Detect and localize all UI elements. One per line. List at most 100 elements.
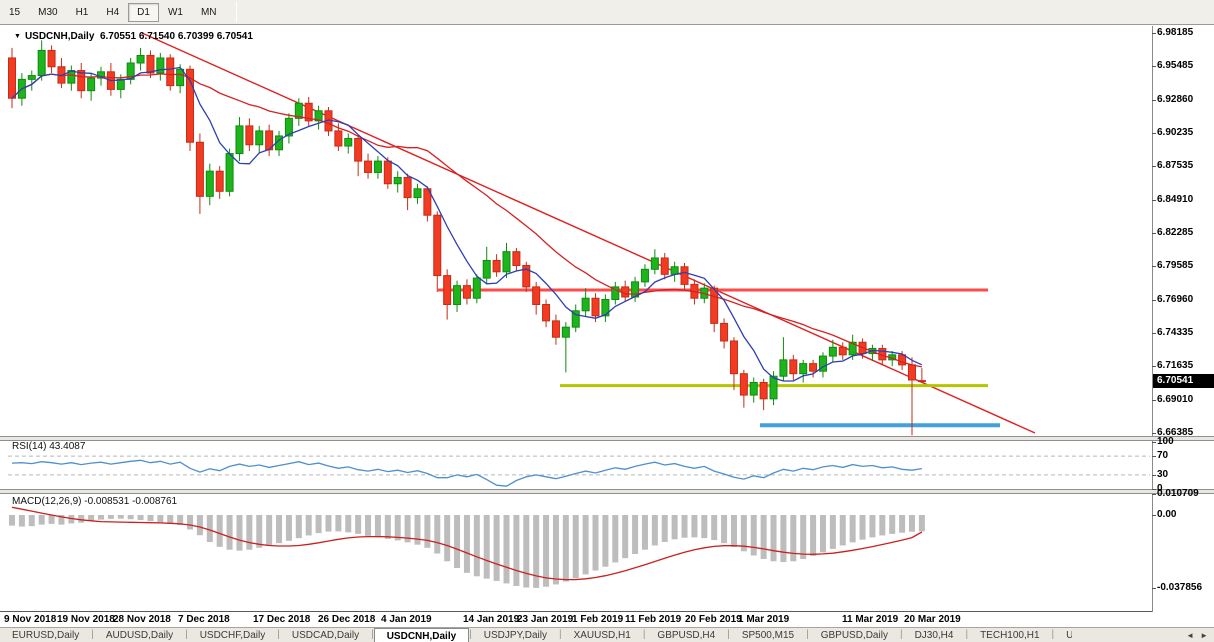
- candle-body: [9, 58, 16, 98]
- date-label: 19 Nov 2018: [57, 614, 115, 625]
- chart-tab-audusd-daily[interactable]: AUDUSD,Daily: [94, 628, 185, 642]
- candle-body: [780, 360, 787, 376]
- candle-body: [345, 138, 352, 146]
- main-chart-canvas[interactable]: [0, 26, 1152, 436]
- candle-body: [651, 258, 658, 269]
- macd-histogram-bar: [157, 515, 163, 522]
- macd-histogram-bar: [246, 515, 252, 550]
- macd-histogram-bar: [138, 515, 144, 520]
- chart-tab-usdjpy-daily[interactable]: USDJPY,Daily: [472, 628, 559, 642]
- candle-body: [374, 161, 381, 172]
- macd-histogram-bar: [365, 515, 371, 536]
- tab-scroll-left-icon[interactable]: ◄: [1186, 631, 1194, 640]
- macd-histogram-bar: [108, 515, 114, 519]
- candle-body: [671, 267, 678, 275]
- macd-histogram-bar: [306, 515, 312, 535]
- timeframe-button-mn[interactable]: MN: [192, 3, 226, 22]
- chart-tab-gbpusd-h4[interactable]: GBPUSD,H4: [645, 628, 727, 642]
- macd-histogram-bar: [434, 515, 440, 554]
- macd-histogram-bar: [207, 515, 213, 542]
- macd-histogram-bar: [266, 515, 272, 545]
- macd-histogram-bar: [721, 515, 727, 543]
- macd-histogram-bar: [29, 515, 35, 526]
- chart-ohlc-values: 6.70551 6.71540 6.70399 6.70541: [100, 31, 253, 42]
- candle-body: [622, 287, 629, 297]
- chart-tab-usd[interactable]: USD: [1054, 628, 1072, 642]
- macd-histogram-bar: [790, 515, 796, 561]
- price-axis-label-tick: [1152, 366, 1156, 367]
- date-label: 20 Mar 2019: [904, 614, 961, 625]
- date-label: 11 Mar 2019: [842, 614, 898, 625]
- macd-indicator-label: MACD(12,26,9) -0.008531 -0.008761: [12, 496, 177, 507]
- price-axis-label-tick: [1152, 333, 1156, 334]
- descending-trendline[interactable]: [142, 33, 1035, 433]
- date-label: 9 Nov 2018: [4, 614, 56, 625]
- macd-axis-label-max-tick: [1152, 494, 1156, 495]
- macd-chart-canvas[interactable]: [0, 494, 1152, 611]
- candle-body: [216, 171, 223, 191]
- macd-histogram-bar: [474, 515, 480, 576]
- macd-histogram-bar: [197, 515, 203, 535]
- rsi-axis-label-tick: [1152, 456, 1156, 457]
- macd-histogram-bar: [414, 515, 420, 545]
- chart-tab-usdcad-daily[interactable]: USDCAD,Daily: [280, 628, 371, 642]
- candle-body: [28, 76, 35, 80]
- price-axis-label-tick: [1152, 100, 1156, 101]
- candle-body: [335, 131, 342, 146]
- chart-tab-sp500-m15[interactable]: SP500,M15: [730, 628, 806, 642]
- macd-histogram-bar: [771, 515, 777, 561]
- macd-histogram-bar: [49, 515, 55, 524]
- candle-body: [88, 78, 95, 91]
- price-axis-label: 6.98185: [1157, 27, 1193, 38]
- macd-histogram-bar: [672, 515, 678, 539]
- chart-dropdown-icon[interactable]: ▼: [14, 33, 21, 40]
- candle-body: [681, 267, 688, 285]
- rsi-chart-canvas[interactable]: [0, 441, 1152, 489]
- current-price-marker: 6.70541: [1153, 374, 1214, 388]
- macd-histogram-bar: [256, 515, 262, 548]
- slow-moving-average-line: [12, 74, 922, 367]
- macd-histogram-bar: [869, 515, 875, 537]
- date-label: 17 Dec 2018: [253, 614, 310, 625]
- candle-body: [543, 305, 550, 321]
- timeframe-button-15[interactable]: 15: [0, 3, 29, 22]
- rsi-line: [12, 460, 922, 486]
- timeframe-button-h1[interactable]: H1: [67, 3, 98, 22]
- chart-tab-gbpusd-daily[interactable]: GBPUSD,Daily: [809, 628, 900, 642]
- candle-body: [562, 327, 569, 337]
- candle-body: [414, 189, 421, 198]
- chart-tab-bar: EURUSD,Daily|AUDUSD,Daily|USDCHF,Daily|U…: [0, 627, 1214, 642]
- macd-histogram-bar: [39, 515, 45, 525]
- candle-body: [770, 376, 777, 399]
- toolbar-separator: [236, 2, 237, 22]
- macd-histogram-bar: [553, 515, 559, 584]
- chart-tab-tech100-h1[interactable]: TECH100,H1: [968, 628, 1051, 642]
- chart-tab-usdcnh-daily[interactable]: USDCNH,Daily: [374, 628, 469, 642]
- chart-tab-eurusd-daily[interactable]: EURUSD,Daily: [0, 628, 91, 642]
- rsi-axis-label-tick: [1152, 475, 1156, 476]
- tab-scroll-right-icon[interactable]: ►: [1200, 631, 1208, 640]
- timeframe-button-d1[interactable]: D1: [128, 3, 159, 22]
- price-axis-label: 6.92860: [1157, 94, 1193, 105]
- macd-histogram-bar: [88, 515, 94, 521]
- candle-body: [117, 79, 124, 89]
- timeframe-button-w1[interactable]: W1: [159, 3, 192, 22]
- candle-body: [533, 287, 540, 305]
- timeframe-button-m30[interactable]: M30: [29, 3, 66, 22]
- chart-tab-dj30-h4[interactable]: DJ30,H4: [903, 628, 966, 642]
- macd-histogram-bar: [899, 515, 905, 533]
- macd-histogram-bar: [731, 515, 737, 547]
- macd-histogram-bar: [227, 515, 233, 550]
- candle-body: [444, 276, 451, 305]
- price-axis-label: 6.76960: [1157, 294, 1193, 305]
- macd-histogram-bar: [919, 515, 925, 531]
- candle-body: [38, 50, 45, 75]
- candle-body: [503, 252, 510, 272]
- date-label: 20 Feb 2019: [685, 614, 742, 625]
- date-label: 23 Jan 2019: [517, 614, 573, 625]
- chart-tab-xauusd-h1[interactable]: XAUUSD,H1: [562, 628, 643, 642]
- macd-histogram-bar: [217, 515, 223, 547]
- timeframe-button-h4[interactable]: H4: [97, 3, 128, 22]
- macd-histogram-bar: [19, 515, 25, 527]
- chart-tab-usdchf-daily[interactable]: USDCHF,Daily: [188, 628, 278, 642]
